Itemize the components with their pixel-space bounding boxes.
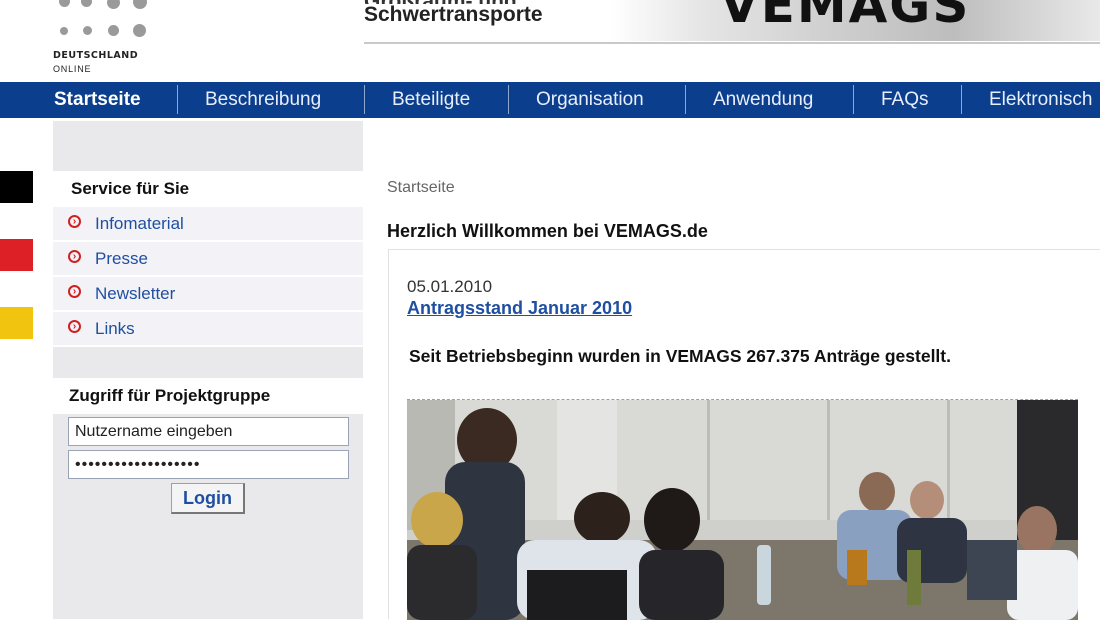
sidebar-link-infomaterial[interactable]: › Infomaterial (53, 207, 363, 242)
nav-beschreibung[interactable]: Beschreibung (205, 82, 321, 118)
arrow-circle-icon: › (68, 320, 81, 333)
password-input[interactable] (68, 450, 349, 479)
flag-stripe-red (0, 239, 33, 271)
login-button[interactable]: Login (171, 483, 245, 514)
nav-faqs[interactable]: FAQs (881, 82, 929, 118)
logo-subtitle: ONLINE (53, 64, 92, 74)
site-tagline: Großraum- und Schwertransporte (364, 0, 543, 26)
flag-stripe-black (0, 171, 33, 203)
banner-logo-text: VEMAGS (720, 0, 971, 34)
sidebar-link-label: Presse (95, 249, 148, 268)
arrow-circle-icon: › (68, 215, 81, 228)
sidebar-link-label: Links (95, 319, 135, 338)
nav-organisation[interactable]: Organisation (536, 82, 644, 118)
arrow-circle-icon: › (68, 250, 81, 263)
nav-anwendung[interactable]: Anwendung (713, 82, 813, 118)
nav-separator (177, 85, 178, 114)
service-section-header: Service für Sie (53, 171, 363, 207)
login-section-header: Zugriff für Projektgruppe (53, 378, 363, 414)
breadcrumb[interactable]: Startseite (387, 179, 455, 197)
news-headline-link[interactable]: Antragsstand Januar 2010 (407, 298, 632, 319)
page-title: Herzlich Willkommen bei VEMAGS.de (387, 221, 708, 241)
meeting-photo (407, 399, 1078, 620)
sidebar-link-links[interactable]: › Links (53, 312, 363, 347)
nav-startseite[interactable]: Startseite (54, 82, 141, 118)
sidebar-link-label: Newsletter (95, 284, 176, 303)
news-date: 05.01.2010 (407, 277, 493, 296)
flag-stripe-gold (0, 307, 33, 339)
header-divider (364, 42, 1100, 44)
main-navigation: Startseite Beschreibung Beteiligte Organ… (0, 82, 1100, 118)
meeting-photo-illustration (407, 400, 1078, 620)
nav-elektronisch[interactable]: Elektronisch (989, 82, 1093, 118)
logo-title: DEUTSCHLAND (53, 50, 139, 61)
sidebar: Service für Sie › Infomaterial › Presse … (53, 121, 363, 619)
nav-separator (364, 85, 365, 114)
nav-separator (685, 85, 686, 114)
arrow-circle-icon: › (68, 285, 81, 298)
sidebar-link-newsletter[interactable]: › Newsletter (53, 277, 363, 312)
sidebar-link-presse[interactable]: › Presse (53, 242, 363, 277)
nav-separator (853, 85, 854, 114)
news-text: Seit Betriebsbeginn wurden in VEMAGS 267… (409, 346, 951, 366)
service-title: Service für Sie (71, 179, 190, 198)
nav-beteiligte[interactable]: Beteiligte (392, 82, 470, 118)
username-input[interactable] (68, 417, 349, 446)
nav-separator (961, 85, 962, 114)
login-title: Zugriff für Projektgruppe (69, 386, 271, 405)
deutschland-online-logo-dots (54, 0, 154, 44)
sidebar-link-label: Infomaterial (95, 214, 184, 233)
tagline-line2: Schwertransporte (364, 3, 543, 26)
vemags-banner: VEMAGS (610, 0, 1100, 41)
nav-separator (508, 85, 509, 114)
